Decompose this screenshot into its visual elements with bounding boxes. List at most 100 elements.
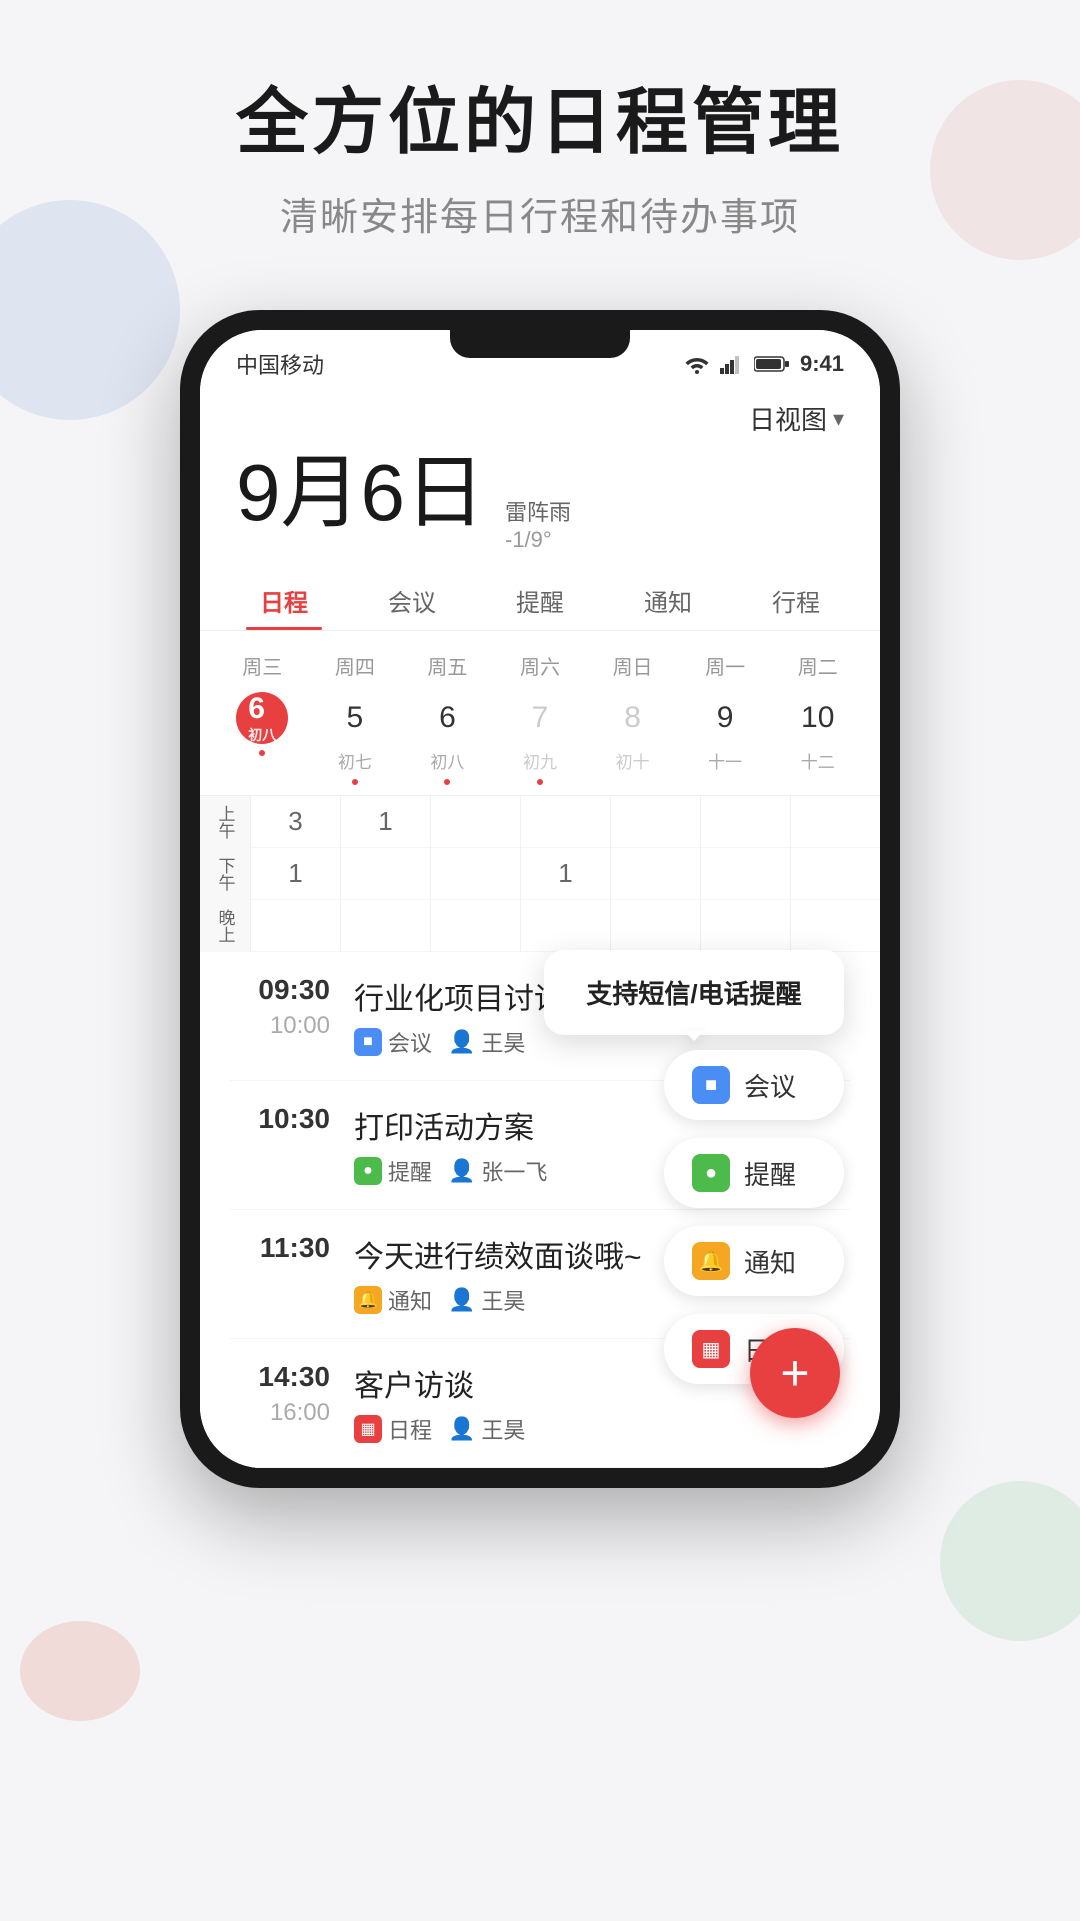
event-cell-6-0 xyxy=(791,796,880,848)
time-start-3: 14:30 xyxy=(230,1361,330,1393)
tab-navigation: 日程 会议 提醒 通知 行程 xyxy=(200,569,880,631)
date-info: 雷阵雨 -1/9° xyxy=(505,495,571,553)
phone-screen: 中国移动 xyxy=(200,330,880,1468)
time-start-1: 10:30 xyxy=(230,1103,330,1135)
action-notify-label: 通知 xyxy=(744,1243,796,1280)
event-type-0: ■ 会议 xyxy=(354,1026,432,1058)
lunar-thu: 初七 xyxy=(338,748,372,773)
date-cell-sat[interactable]: 7 初九 xyxy=(494,692,587,785)
date-num-mon: 9 xyxy=(699,692,751,744)
event-col-3: 1 xyxy=(520,796,610,952)
top-bar: 日视图 ▾ xyxy=(200,390,880,443)
date-display: 9月6日 xyxy=(236,453,485,533)
event-count-grid: 上午 下午 晚上 3 1 1 xyxy=(200,795,880,952)
event-col-0: 3 1 xyxy=(250,796,340,952)
meeting-badge-icon: ■ xyxy=(354,1028,382,1056)
action-btn-notify[interactable]: 🔔 通知 xyxy=(664,1226,844,1296)
event-cell-5-1 xyxy=(701,848,790,900)
action-btn-meeting[interactable]: ■ 会议 xyxy=(664,1050,844,1120)
lunar-mon: 十一 xyxy=(708,748,742,773)
hero-section: 全方位的日程管理 清晰安排每日行程和待办事项 xyxy=(0,0,1080,271)
date-cell-fri[interactable]: 6 初八 xyxy=(401,692,494,785)
action-schedule-icon: ▦ xyxy=(692,1330,730,1368)
dot-thu xyxy=(352,779,358,785)
time-start-2: 11:30 xyxy=(230,1232,330,1264)
wifi-icon xyxy=(684,354,710,374)
time-block-3: 14:30 16:00 xyxy=(230,1361,330,1427)
tab-trip[interactable]: 行程 xyxy=(732,569,860,630)
person-name-2: 王昊 xyxy=(481,1284,525,1316)
fab-add-button[interactable]: + xyxy=(750,1328,840,1418)
dot-fri xyxy=(444,779,450,785)
time-labels: 上午 下午 晚上 xyxy=(200,796,250,952)
lunar-fri: 初八 xyxy=(430,748,464,773)
carrier-label: 中国移动 xyxy=(236,348,324,380)
event-type-label-0: 会议 xyxy=(388,1026,432,1058)
dot-mon xyxy=(722,779,728,785)
date-num-tue: 10 xyxy=(792,692,844,744)
schedule-badge-icon: ▦ xyxy=(354,1415,382,1443)
date-cell-tue[interactable]: 10 十二 xyxy=(771,692,864,785)
event-meta-3: ▦ 日程 👤 王昊 xyxy=(354,1413,850,1445)
time-end-3: 16:00 xyxy=(230,1399,330,1427)
event-cell-4-2 xyxy=(611,900,700,952)
event-type-1: ● 提醒 xyxy=(354,1155,432,1187)
view-toggle[interactable]: 日视图 ▾ xyxy=(749,400,844,437)
date-num-sat: 7 xyxy=(514,692,566,744)
time-block-1: 10:30 xyxy=(230,1103,330,1135)
event-cell-3-2 xyxy=(521,900,610,952)
weekday-fri: 周五 xyxy=(401,647,494,684)
event-col-6 xyxy=(790,796,880,952)
date-header: 9月6日 雷阵雨 -1/9° xyxy=(200,443,880,569)
event-cell-3-0 xyxy=(521,796,610,848)
weekday-mon: 周一 xyxy=(679,647,772,684)
dot-tue xyxy=(815,779,821,785)
battery-icon xyxy=(754,355,790,373)
event-person-1: 👤 张一飞 xyxy=(448,1155,547,1187)
event-col-2 xyxy=(430,796,520,952)
tab-reminder[interactable]: 提醒 xyxy=(476,569,604,630)
event-type-label-2: 通知 xyxy=(388,1284,432,1316)
time-block-0: 09:30 10:00 xyxy=(230,974,330,1040)
status-icons: 9:41 xyxy=(684,351,844,377)
lunar-sat: 初九 xyxy=(523,748,557,773)
event-cell-5-0 xyxy=(701,796,790,848)
event-cell-1-1 xyxy=(341,848,430,900)
tab-meeting[interactable]: 会议 xyxy=(348,569,476,630)
event-person-2: 👤 王昊 xyxy=(448,1284,525,1316)
dot-sat xyxy=(537,779,543,785)
event-cell-4-0 xyxy=(611,796,700,848)
event-cell-3-1: 1 xyxy=(521,848,610,900)
event-cell-0-2 xyxy=(251,900,340,952)
event-cell-1-2 xyxy=(341,900,430,952)
date-cell-wed[interactable]: 6 初八 xyxy=(216,692,309,785)
date-day: 6日 xyxy=(361,448,486,537)
fab-plus-icon: + xyxy=(780,1344,809,1402)
date-cell-sun[interactable]: 8 初十 xyxy=(586,692,679,785)
event-cell-2-2 xyxy=(431,900,520,952)
event-person-0: 👤 王昊 xyxy=(448,1026,525,1058)
reminder-badge-icon: ● xyxy=(354,1157,382,1185)
event-person-3: 👤 王昊 xyxy=(448,1413,525,1445)
tab-schedule[interactable]: 日程 xyxy=(220,569,348,630)
event-cell-4-1 xyxy=(611,848,700,900)
weather-description: 雷阵雨 xyxy=(505,495,571,527)
time-end-0: 10:00 xyxy=(230,1012,330,1040)
tooltip-text: 支持短信/电话提醒 xyxy=(574,974,814,1011)
bg-decoration-green xyxy=(940,1481,1080,1641)
tab-notify[interactable]: 通知 xyxy=(604,569,732,630)
event-type-label-3: 日程 xyxy=(388,1413,432,1445)
weekday-thu: 周四 xyxy=(309,647,402,684)
event-cell-2-1 xyxy=(431,848,520,900)
event-cell-6-2 xyxy=(791,900,880,952)
phone-mockup: 中国移动 xyxy=(180,310,900,1488)
time-afternoon: 下午 xyxy=(200,848,250,900)
action-btn-reminder[interactable]: ● 提醒 xyxy=(664,1138,844,1208)
event-type-2: 🔔 通知 xyxy=(354,1284,432,1316)
phone-outer: 中国移动 xyxy=(180,310,900,1488)
event-cell-5-2 xyxy=(701,900,790,952)
phone-notch xyxy=(450,330,630,358)
time-block-2: 11:30 xyxy=(230,1232,330,1264)
date-cell-mon[interactable]: 9 十一 xyxy=(679,692,772,785)
date-cell-thu[interactable]: 5 初七 xyxy=(309,692,402,785)
